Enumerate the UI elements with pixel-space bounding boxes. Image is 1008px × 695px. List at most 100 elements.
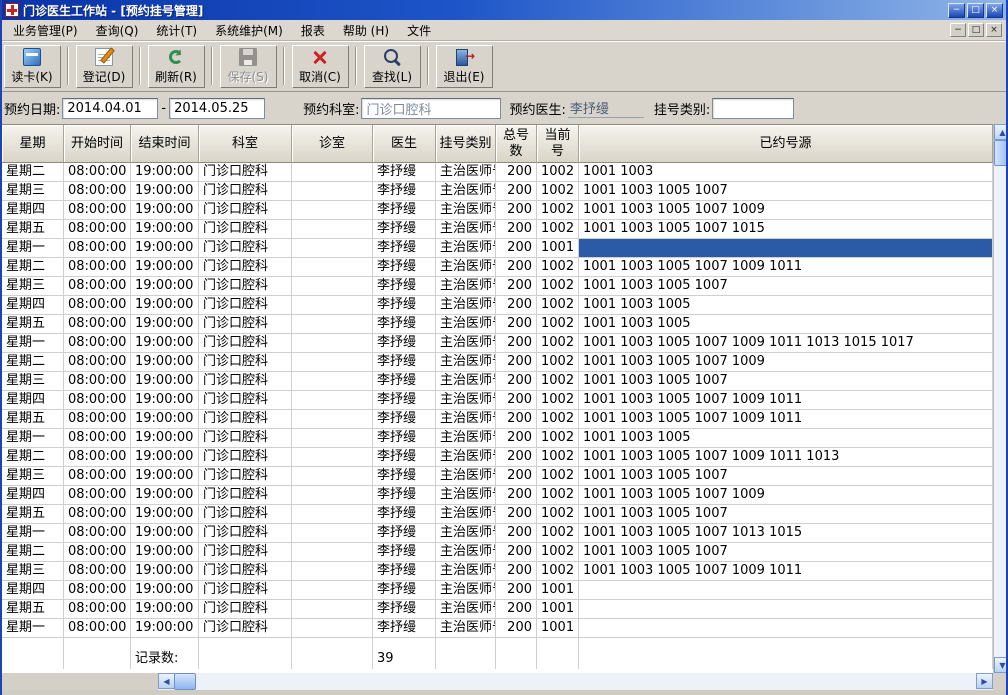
column-header-6[interactable]: 挂号类别 <box>436 125 496 163</box>
cell[interactable]: 主治医师号 <box>436 562 496 581</box>
cell[interactable]: 19:00:00 <box>131 467 199 486</box>
cell[interactable]: 200 <box>496 543 537 562</box>
cell[interactable]: 主治医师号 <box>436 467 496 486</box>
cell[interactable]: 门诊口腔科 <box>199 543 292 562</box>
cell[interactable]: 主治医师号 <box>436 619 496 638</box>
cell[interactable]: 200 <box>496 429 537 448</box>
scroll-right-icon[interactable]: ▶ <box>976 673 993 689</box>
cell[interactable]: 08:00:00 <box>64 315 131 334</box>
cell[interactable]: 200 <box>496 581 537 600</box>
close-button[interactable]: × <box>986 2 1003 18</box>
cell[interactable]: 李抒缦 <box>373 562 436 581</box>
horizontal-scroll-thumb[interactable] <box>174 673 196 690</box>
cell[interactable]: 19:00:00 <box>131 543 199 562</box>
cell[interactable]: 星期四 <box>2 296 64 315</box>
cell[interactable]: 李抒缦 <box>373 581 436 600</box>
cell[interactable]: 1001 1003 1005 <box>579 429 993 448</box>
column-header-5[interactable]: 医生 <box>373 125 436 163</box>
cell[interactable]: 19:00:00 <box>131 163 199 182</box>
cell[interactable]: 1002 <box>537 543 579 562</box>
cell[interactable]: 19:00:00 <box>131 220 199 239</box>
table-row[interactable]: 星期三08:00:0019:00:00门诊口腔科 李抒缦主治医师号20010021… <box>2 277 993 296</box>
register-button[interactable]: 登记(D) <box>76 45 132 87</box>
cell[interactable]: 主治医师号 <box>436 505 496 524</box>
cell[interactable]: 1002 <box>537 182 579 201</box>
cell[interactable]: 19:00:00 <box>131 239 199 258</box>
cell[interactable]: 200 <box>496 410 537 429</box>
cell[interactable]: 1002 <box>537 486 579 505</box>
cell[interactable]: 1002 <box>537 220 579 239</box>
cell[interactable]: 星期五 <box>2 410 64 429</box>
cell[interactable]: 08:00:00 <box>64 353 131 372</box>
cell[interactable]: 主治医师号 <box>436 201 496 220</box>
cell[interactable] <box>292 448 373 467</box>
cell[interactable]: 1001 1003 1005 1007 1009 <box>579 353 993 372</box>
find-button[interactable]: 查找(L) <box>364 45 420 87</box>
cell[interactable]: 主治医师号 <box>436 543 496 562</box>
cell[interactable]: 1001 1003 1005 1007 1009 <box>579 201 993 220</box>
cell[interactable] <box>579 619 993 638</box>
cell[interactable]: 08:00:00 <box>64 277 131 296</box>
cell[interactable] <box>292 486 373 505</box>
cell[interactable]: 门诊口腔科 <box>199 220 292 239</box>
cell[interactable]: 李抒缦 <box>373 619 436 638</box>
cell[interactable]: 19:00:00 <box>131 581 199 600</box>
table-row[interactable]: 星期一08:00:0019:00:00门诊口腔科 李抒缦主治医师号20010021… <box>2 334 993 353</box>
cell[interactable]: 1002 <box>537 315 579 334</box>
cell[interactable]: 08:00:00 <box>64 258 131 277</box>
column-header-7[interactable]: 总号数 <box>496 125 537 163</box>
cell[interactable] <box>292 163 373 182</box>
cell[interactable]: 200 <box>496 353 537 372</box>
cell[interactable]: 08:00:00 <box>64 296 131 315</box>
cell[interactable]: 星期一 <box>2 334 64 353</box>
cell[interactable]: 主治医师号 <box>436 182 496 201</box>
cell[interactable]: 门诊口腔科 <box>199 524 292 543</box>
cell[interactable]: 08:00:00 <box>64 182 131 201</box>
cell[interactable]: 李抒缦 <box>373 372 436 391</box>
cell[interactable]: 星期三 <box>2 372 64 391</box>
cell[interactable]: 1001 1003 1005 1007 <box>579 467 993 486</box>
cell[interactable] <box>292 410 373 429</box>
cell[interactable]: 200 <box>496 201 537 220</box>
cell[interactable]: 08:00:00 <box>64 391 131 410</box>
cell[interactable] <box>292 505 373 524</box>
cell[interactable]: 门诊口腔科 <box>199 619 292 638</box>
cell[interactable]: 19:00:00 <box>131 448 199 467</box>
cell[interactable]: 1002 <box>537 467 579 486</box>
mdi-close-button[interactable]: × <box>986 23 1002 37</box>
cell[interactable]: 200 <box>496 448 537 467</box>
cell[interactable]: 1002 <box>537 258 579 277</box>
exit-button[interactable]: 退出(E) <box>436 45 492 87</box>
cell[interactable]: 08:00:00 <box>64 220 131 239</box>
cell[interactable]: 李抒缦 <box>373 600 436 619</box>
cell[interactable]: 主治医师号 <box>436 391 496 410</box>
cell[interactable]: 1001 1003 1005 1007 <box>579 277 993 296</box>
cell[interactable]: 星期二 <box>2 163 64 182</box>
column-header-0[interactable]: 星期 <box>2 125 64 163</box>
reg-type-input[interactable] <box>712 97 795 119</box>
cell[interactable]: 主治医师号 <box>436 277 496 296</box>
cell[interactable]: 主治医师号 <box>436 334 496 353</box>
cell[interactable] <box>292 467 373 486</box>
cell[interactable] <box>292 524 373 543</box>
table-row[interactable]: 星期三08:00:0019:00:00门诊口腔科 李抒缦主治医师号20010021… <box>2 372 993 391</box>
menu-item-3[interactable]: 系统维护(M) <box>206 20 292 41</box>
cell[interactable]: 1002 <box>537 372 579 391</box>
cell[interactable]: 主治医师号 <box>436 486 496 505</box>
department-input[interactable] <box>361 97 502 119</box>
cell[interactable]: 1001 1003 <box>579 163 993 182</box>
cell[interactable]: 1002 <box>537 410 579 429</box>
cell[interactable]: 19:00:00 <box>131 524 199 543</box>
cell[interactable]: 19:00:00 <box>131 562 199 581</box>
cell[interactable]: 李抒缦 <box>373 353 436 372</box>
cell[interactable]: 1002 <box>537 334 579 353</box>
cell[interactable]: 1002 <box>537 163 579 182</box>
restore-button[interactable]: □ <box>967 2 984 18</box>
cell[interactable]: 200 <box>496 258 537 277</box>
cell[interactable]: 1002 <box>537 296 579 315</box>
menu-item-6[interactable]: 文件 <box>398 20 440 41</box>
cell[interactable]: 门诊口腔科 <box>199 334 292 353</box>
table-row[interactable]: 星期一08:00:0019:00:00门诊口腔科 李抒缦主治医师号2001001 <box>2 619 993 638</box>
cell[interactable]: 星期三 <box>2 182 64 201</box>
table-row[interactable]: 星期二08:00:0019:00:00门诊口腔科 李抒缦主治医师号20010021… <box>2 448 993 467</box>
